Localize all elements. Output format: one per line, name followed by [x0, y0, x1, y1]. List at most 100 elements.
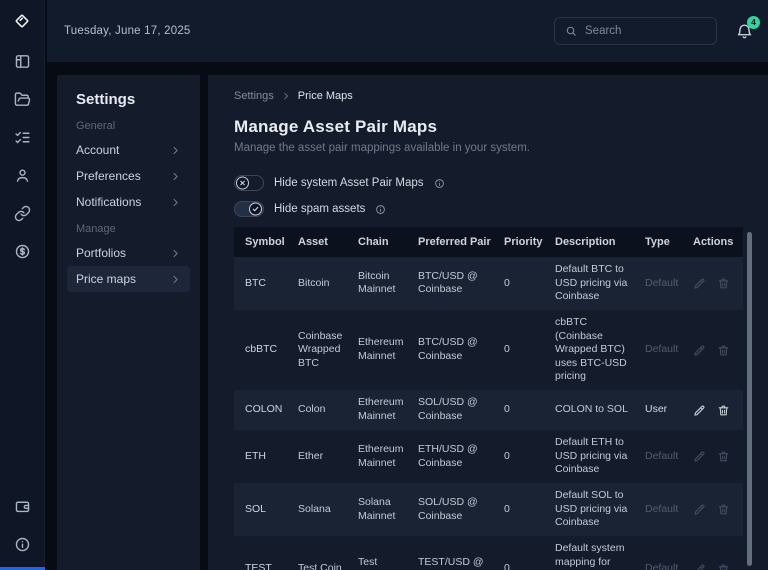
rail-item-wallet[interactable] — [9, 493, 35, 519]
breadcrumb-settings[interactable]: Settings — [234, 90, 274, 102]
trash-icon — [717, 563, 730, 570]
toggle-hide-spam-assets[interactable] — [234, 201, 264, 217]
coin-dollar-icon — [14, 243, 31, 260]
cell-asset: Ether — [298, 449, 324, 462]
col-header-type: Type — [645, 236, 670, 248]
cell-symbol: SOL — [245, 502, 267, 515]
cell-chain: Bitcoin Mainnet — [358, 269, 396, 296]
rail-top-icons — [9, 48, 35, 264]
cell-asset: Coinbase Wrapped BTC — [298, 329, 343, 369]
table-row-eth: ETH Ether Ethereum Mainnet ETH/USD @ Coinba… — [234, 430, 743, 483]
table-row-btc: BTC Bitcoin Bitcoin Mainnet BTC/USD @ Coinb… — [234, 257, 743, 310]
toggle-knob — [236, 176, 249, 190]
cell-priority: 0 — [504, 403, 510, 416]
edit-button — [693, 450, 706, 463]
pencil-icon — [693, 503, 706, 516]
cell-actions — [685, 557, 743, 570]
chevron-right-icon — [281, 91, 291, 101]
layout-icon — [14, 53, 31, 70]
cell-priority: 0 — [504, 343, 510, 356]
cell-chain: Ethereum Mainnet — [358, 442, 404, 469]
cell-symbol: BTC — [245, 276, 266, 289]
trash-icon — [717, 450, 730, 463]
cell-actions — [685, 338, 743, 363]
cell-preferred-pair: ETH/USD @ Coinbase — [418, 442, 478, 469]
link-icon — [14, 205, 31, 222]
table-header-row: Symbol Asset Chain Preferred Pair Priority De… — [234, 227, 743, 257]
sidebar-item-portfolios[interactable]: Portfolios — [67, 240, 190, 266]
notifications-button[interactable]: 4 — [736, 15, 760, 40]
pencil-icon — [693, 404, 706, 417]
rail-item-layout[interactable] — [9, 48, 35, 74]
folder-icon — [14, 91, 31, 108]
cell-actions — [685, 398, 743, 423]
toggle-row-hide-spam-assets: Hide spam assets — [234, 201, 768, 217]
trash-icon — [717, 277, 730, 290]
cell-asset: Bitcoin — [298, 276, 330, 289]
toggle-knob — [249, 202, 262, 216]
cell-symbol: cbBTC — [245, 343, 278, 356]
rail-item-info[interactable] — [9, 531, 35, 557]
col-header-symbol: Symbol — [245, 236, 285, 248]
delete-button[interactable] — [717, 404, 730, 417]
sidebar-item-preferences[interactable]: Preferences — [67, 163, 190, 189]
cell-chain: Ethereum Mainnet — [358, 336, 404, 363]
rail-item-list-checks[interactable] — [9, 124, 35, 150]
settings-nav-sections: General Account Preferences Notifications Ma… — [67, 120, 190, 292]
rail-item-coin-dollar[interactable] — [9, 238, 35, 264]
info-icon[interactable] — [434, 178, 445, 189]
page-title: Manage Asset Pair Maps — [234, 117, 438, 136]
search-input[interactable]: Search — [554, 17, 717, 45]
rail-item-folder[interactable] — [9, 86, 35, 112]
icon-rail — [0, 0, 45, 570]
rail-item-link[interactable] — [9, 200, 35, 226]
nav-item-label: Price maps — [76, 272, 137, 286]
nav-section-general: General — [76, 120, 116, 132]
notification-badge: 4 — [747, 15, 760, 29]
list-checks-icon — [14, 129, 31, 146]
check-icon — [252, 206, 259, 213]
info-icon[interactable] — [375, 204, 386, 215]
trash-icon — [717, 503, 730, 516]
nav-item-label: Portfolios — [76, 246, 127, 260]
table-body: BTC Bitcoin Bitcoin Mainnet BTC/USD @ Coinb… — [234, 257, 743, 570]
info-icon — [14, 536, 31, 553]
rail-item-user[interactable] — [9, 162, 35, 188]
edit-button[interactable] — [693, 404, 706, 417]
sidebar-item-notifications[interactable]: Notifications — [67, 189, 190, 215]
sidebar-item-account[interactable]: Account — [67, 137, 190, 163]
table-row-sol: SOL Solana Solana Mainnet SOL/USD @ Coinbas… — [234, 483, 743, 536]
edit-button — [693, 503, 706, 516]
col-header-asset: Asset — [298, 236, 328, 248]
pencil-icon — [693, 344, 706, 357]
nav-item-label: Preferences — [76, 169, 141, 183]
delete-button — [717, 503, 730, 516]
toggle-hide-system-asset-pair-maps[interactable] — [234, 175, 264, 191]
search-icon — [565, 25, 577, 37]
cell-priority: 0 — [504, 502, 510, 515]
app-logo[interactable] — [9, 8, 35, 34]
cell-description: Default system mapping for TEST token to… — [555, 541, 625, 570]
rail-bottom-icons — [9, 493, 35, 557]
col-header-priority: Priority — [504, 236, 543, 248]
cell-asset: Test Coin — [298, 562, 342, 570]
sidebar-item-price-maps[interactable]: Price maps — [67, 266, 190, 292]
cell-chain: Test Chain — [358, 555, 385, 570]
cell-type: Default — [645, 276, 679, 289]
cell-preferred-pair: SOL/USD @ Coinbase — [418, 495, 478, 522]
topbar-right: Search 4 — [554, 15, 760, 45]
edit-button — [693, 277, 706, 290]
col-header-preferred-pair: Preferred Pair — [418, 236, 491, 248]
cell-type: Default — [645, 343, 679, 356]
cell-symbol: ETH — [245, 449, 266, 462]
toggle-label: Hide spam assets — [274, 203, 366, 215]
logo-icon — [12, 11, 32, 31]
settings-nav-title: Settings — [76, 91, 136, 108]
page-subtitle: Manage the asset pair mappings available… — [234, 142, 530, 154]
table-scrollbar[interactable] — [747, 232, 752, 566]
asset-pair-table: Symbol Asset Chain Preferred Pair Priority De… — [234, 227, 743, 570]
cell-priority: 0 — [504, 276, 510, 289]
edit-button — [693, 563, 706, 570]
col-header-actions: Actions — [693, 236, 734, 248]
breadcrumb: Settings Price Maps — [234, 90, 768, 102]
